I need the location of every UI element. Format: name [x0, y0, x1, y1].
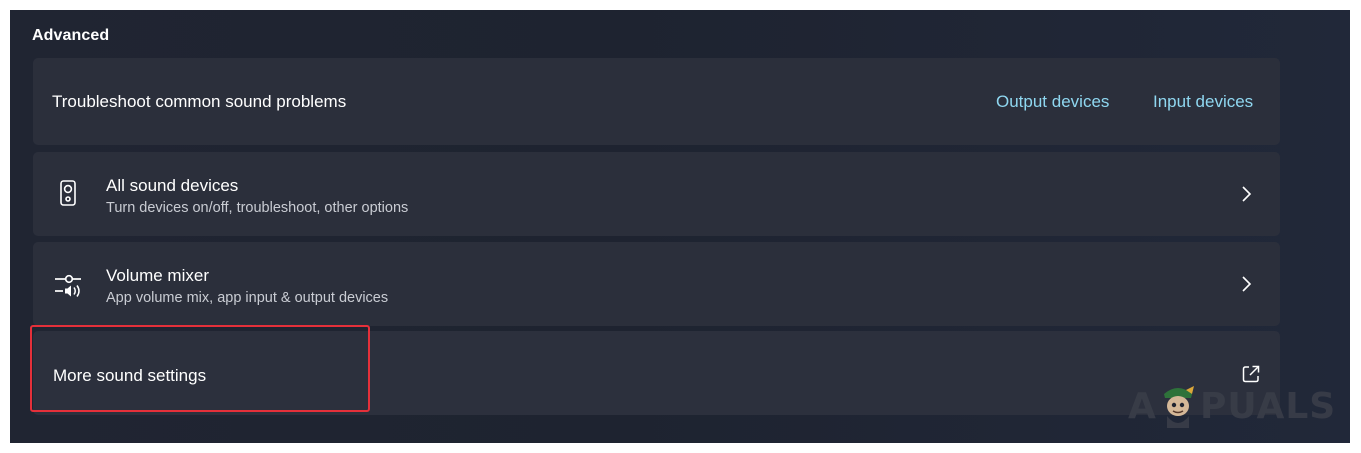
mascot-logo [1158, 380, 1198, 430]
watermark-text-left: A [1128, 386, 1157, 427]
volume-mixer-row[interactable]: Volume mixer App volume mix, app input &… [33, 242, 1280, 326]
section-title: Advanced [32, 27, 110, 44]
speaker-icon [58, 179, 78, 207]
all-sound-devices-title: All sound devices [106, 176, 239, 195]
appuals-watermark: A PUALS [1128, 380, 1338, 430]
all-sound-devices-subtitle: Turn devices on/off, troubleshoot, other… [106, 200, 409, 216]
output-devices-link[interactable]: Output devices [996, 92, 1109, 112]
volume-mixer-title: Volume mixer [106, 266, 209, 285]
mixer-icon [54, 272, 82, 298]
input-devices-link[interactable]: Input devices [1153, 92, 1253, 112]
watermark-text-right: PUALS [1200, 386, 1337, 427]
chevron-right-icon [1240, 186, 1252, 202]
all-sound-devices-row[interactable]: All sound devices Turn devices on/off, t… [33, 152, 1280, 236]
more-sound-settings-row[interactable]: More sound settings [33, 331, 1280, 415]
more-sound-settings-label: More sound settings [53, 366, 207, 385]
volume-mixer-subtitle: App volume mix, app input & output devic… [106, 290, 389, 306]
troubleshoot-label: Troubleshoot common sound problems [52, 92, 347, 111]
chevron-right-icon [1240, 276, 1252, 292]
settings-window: Advanced Troubleshoot common sound probl… [10, 10, 1350, 443]
troubleshoot-card: Troubleshoot common sound problems Outpu… [33, 58, 1280, 145]
